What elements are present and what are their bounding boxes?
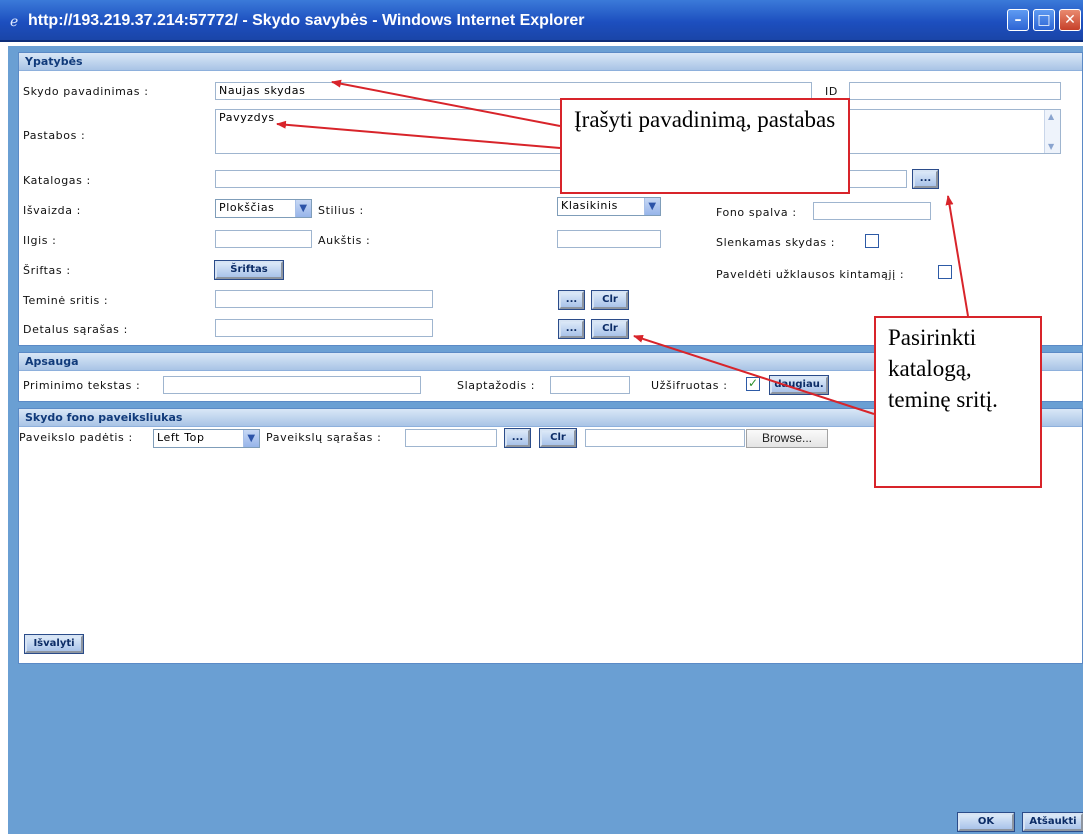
reminder-label: Priminimo tekstas :: [23, 379, 141, 392]
font-label: Šriftas :: [23, 264, 71, 277]
id-label: ID: [825, 85, 838, 98]
detail-label: Detalus sąrašas :: [23, 323, 128, 336]
encrypted-label: Užšifruotas :: [651, 379, 728, 392]
password-label: Slaptažodis :: [457, 379, 536, 392]
topic-input[interactable]: [215, 290, 433, 308]
scroll-up-icon[interactable]: ▲: [1048, 112, 1055, 121]
topic-clear-button[interactable]: Clr: [591, 290, 629, 310]
bg-color-input[interactable]: [813, 202, 931, 220]
minimize-icon: –: [1014, 12, 1022, 28]
height-label: Aukštis :: [318, 234, 371, 247]
chevron-down-icon[interactable]: ▼: [644, 198, 660, 215]
image-list-browse-button[interactable]: ...: [504, 428, 531, 448]
callout-name-notes: Įrašyti pavadinimą, pastabas: [560, 98, 850, 194]
view-value: Plokščias: [219, 201, 275, 214]
ie-icon: ℯ: [10, 14, 19, 30]
notes-text: Pavyzdys: [219, 111, 275, 124]
notes-label: Pastabos :: [23, 129, 86, 142]
topic-browse-button[interactable]: ...: [558, 290, 585, 310]
style-label: Stilius :: [318, 204, 364, 217]
scroll-checkbox[interactable]: [865, 234, 879, 248]
more-button[interactable]: daugiau.: [769, 375, 829, 395]
encrypted-checkbox[interactable]: ✓: [746, 376, 760, 391]
detail-browse-button[interactable]: ...: [558, 319, 585, 339]
close-button[interactable]: ✕: [1059, 9, 1081, 31]
scroll-label: Slenkamas skydas :: [716, 236, 836, 249]
position-label: Paveikslo padėtis :: [19, 431, 133, 444]
callout-catalog-topic: Pasirinkti katalogą, teminę sritį.: [874, 316, 1042, 488]
clear-image-button[interactable]: Išvalyti: [24, 634, 84, 654]
style-select[interactable]: Klasikinis ▼: [557, 197, 661, 216]
style-value: Klasikinis: [561, 199, 618, 212]
name-label: Skydo pavadinimas :: [23, 85, 149, 98]
chevron-down-icon[interactable]: ▼: [295, 200, 311, 217]
window-titlebar: ℯ http://193.219.37.214:57772/ - Skydo s…: [0, 0, 1083, 42]
maximize-icon: □: [1037, 12, 1051, 28]
checkmark-icon: ✓: [747, 376, 759, 390]
cancel-button[interactable]: Atšaukti: [1022, 812, 1083, 832]
chevron-down-icon[interactable]: ▼: [243, 430, 259, 447]
id-input[interactable]: [849, 82, 1061, 100]
ok-button[interactable]: OK: [957, 812, 1015, 832]
properties-panel: Ypatybės Skydo pavadinimas : Naujas skyd…: [18, 52, 1083, 346]
detail-clear-button[interactable]: Clr: [591, 319, 629, 339]
notes-scrollbar[interactable]: ▲ ▼: [1044, 110, 1060, 153]
inherit-label: Paveldėti užklausos kintamąjį :: [716, 268, 905, 281]
password-input[interactable]: [550, 376, 630, 394]
catalog-label: Katalogas :: [23, 174, 91, 187]
reminder-input[interactable]: [163, 376, 421, 394]
window-title: http://193.219.37.214:57772/ - Skydo sav…: [28, 12, 585, 29]
scroll-down-icon[interactable]: ▼: [1048, 142, 1055, 151]
minimize-button[interactable]: –: [1007, 9, 1029, 31]
image-list-label: Paveikslų sąrašas :: [266, 431, 382, 444]
view-select[interactable]: Plokščias ▼: [215, 199, 312, 218]
view-label: Išvaizda :: [23, 204, 81, 217]
length-input[interactable]: [215, 230, 312, 248]
image-list-input[interactable]: [405, 429, 497, 447]
position-value: Left Top: [157, 431, 205, 444]
font-button[interactable]: Šriftas: [214, 260, 284, 280]
properties-header: Ypatybės: [19, 53, 1082, 71]
close-icon: ✕: [1064, 12, 1076, 28]
bg-color-label: Fono spalva :: [716, 206, 797, 219]
position-select[interactable]: Left Top ▼: [153, 429, 260, 448]
height-input[interactable]: [557, 230, 661, 248]
topic-label: Teminė sritis :: [23, 294, 109, 307]
maximize-button[interactable]: □: [1033, 9, 1055, 31]
file-path-input[interactable]: [585, 429, 745, 447]
image-list-clear-button[interactable]: Clr: [539, 428, 577, 448]
length-label: Ilgis :: [23, 234, 57, 247]
catalog-browse-button[interactable]: ...: [912, 169, 939, 189]
inherit-checkbox[interactable]: [938, 265, 952, 279]
file-browse-button[interactable]: Browse...: [746, 429, 828, 448]
detail-input[interactable]: [215, 319, 433, 337]
